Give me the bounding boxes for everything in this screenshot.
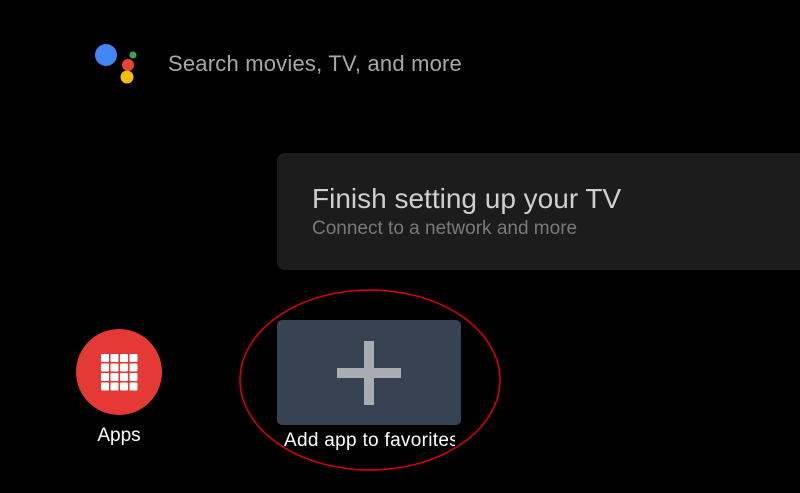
assistant-dot-red bbox=[122, 59, 134, 71]
search-placeholder: Search movies, TV, and more bbox=[168, 51, 462, 76]
add-app-to-favorites-tile[interactable] bbox=[277, 320, 461, 425]
assistant-dot-blue bbox=[95, 44, 117, 66]
setup-card-title: Finish setting up your TV bbox=[312, 183, 622, 214]
apps-circle bbox=[76, 329, 162, 415]
grid-icon bbox=[101, 354, 138, 391]
setup-card[interactable]: Finish setting up your TV Connect to a n… bbox=[277, 153, 800, 270]
apps-button[interactable]: Apps bbox=[76, 329, 164, 459]
search-bar[interactable]: Search movies, TV, and more bbox=[160, 40, 568, 88]
apps-label: Apps bbox=[97, 425, 141, 446]
add-app-to-favorites-label: Add app to favorites bbox=[284, 430, 455, 451]
plus-icon bbox=[337, 340, 401, 405]
google-assistant-icon[interactable] bbox=[94, 42, 140, 86]
setup-card-subtitle: Connect to a network and more bbox=[312, 218, 578, 239]
assistant-dot-yellow bbox=[120, 70, 134, 84]
assistant-dot-green bbox=[129, 51, 137, 59]
add-app-to-favorites-label-wrap: Add app to favorites bbox=[284, 428, 455, 454]
